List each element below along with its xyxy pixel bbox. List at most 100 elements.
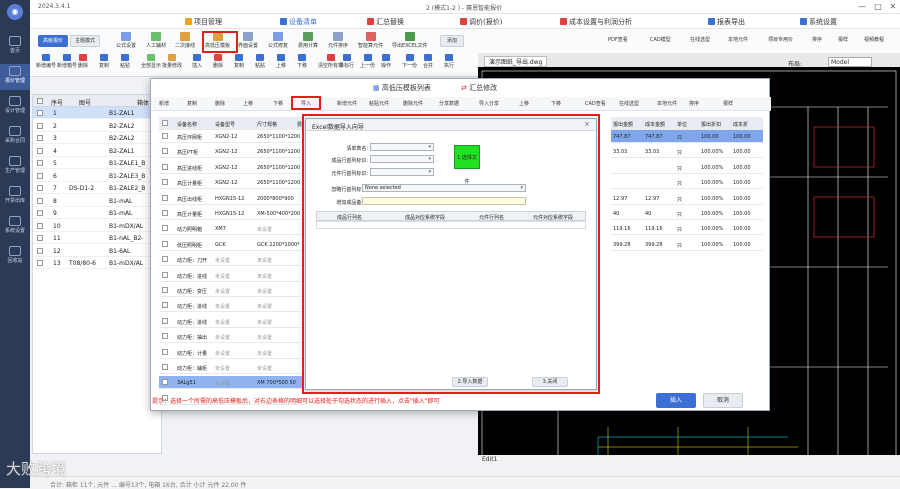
row-checkbox[interactable]: [37, 122, 43, 129]
template-row[interactable]: 高压PT柜 XGN2-12 2650*1100*1200: [159, 145, 304, 159]
row-checkbox[interactable]: [37, 197, 43, 204]
table-row[interactable]: 8 B1-mAL: [33, 195, 163, 207]
new-template-button[interactable]: 新增: [159, 100, 169, 107]
ribbon-tool-17[interactable]: 下一份: [402, 54, 417, 69]
sidebar-item-invoice[interactable]: 开票出库: [0, 184, 30, 210]
component-row[interactable]: 33.03 33.03 只 100.00% 100.00: [611, 145, 763, 159]
export-excel-button[interactable]: 导出EXCEL文件: [392, 32, 428, 49]
row-checkbox[interactable]: [162, 256, 168, 263]
dialog-tool-1[interactable]: 粘贴元件: [369, 100, 389, 107]
pdf-view-button[interactable]: PDF查看: [608, 36, 628, 43]
table-row[interactable]: 9 B1-mAL: [33, 207, 163, 219]
row-checkbox[interactable]: [37, 172, 43, 179]
copy-template-button[interactable]: 复制: [187, 100, 197, 107]
menu-summary-replace[interactable]: 汇总替换: [367, 17, 404, 27]
component-row[interactable]: 119.16 119.16 只 100.00% 100.00: [611, 222, 763, 236]
ribbon-tool-18[interactable]: 合并: [423, 54, 433, 69]
dialog-tool-6[interactable]: 下移: [551, 100, 561, 107]
row-checkbox[interactable]: [37, 222, 43, 229]
component-row[interactable]: 只 100.00% 100.00: [611, 176, 763, 190]
row-checkbox[interactable]: [162, 287, 168, 293]
ribbon-tool-3[interactable]: 复制: [99, 54, 109, 69]
template-row[interactable]: 3ALg51 未设置 XM 700*500 50: [159, 376, 304, 390]
cad-model-button[interactable]: CAD模型: [650, 36, 671, 43]
row-checkbox[interactable]: [37, 147, 43, 154]
sidebar-item-settings[interactable]: 系统设置: [0, 214, 30, 240]
table-row[interactable]: 6 B1-ZALE3_B: [33, 170, 163, 182]
ribbon-tool-1[interactable]: 新增箱号: [57, 54, 77, 69]
template-row[interactable]: 动力柜：进线 未设置 未设置: [159, 315, 304, 328]
local-component-button[interactable]: 本地元件: [728, 36, 748, 43]
secondary-wiring-button[interactable]: 二次接线: [175, 32, 195, 49]
labor-materials-button[interactable]: 人工辅材: [146, 32, 166, 49]
template-row[interactable]: 动力柜：变压 未设置 未设置: [159, 284, 304, 297]
project-price-button[interactable]: 项目专用价: [768, 36, 793, 43]
row-checkbox[interactable]: [162, 225, 168, 232]
ribbon-tool-15[interactable]: 上一份: [360, 54, 375, 69]
ribbon-tool-14[interactable]: 单标行: [339, 54, 354, 69]
insert-button[interactable]: 插入: [656, 393, 696, 408]
sort-button[interactable]: 排序: [812, 36, 822, 43]
ribbon-tool-9[interactable]: 复制: [234, 54, 244, 69]
component-row[interactable]: 12.97 12.97 只 100.00% 100.00: [611, 192, 763, 205]
template-row[interactable]: 低压照明柜 GCK GCK 2200*1000*: [159, 238, 304, 251]
close-button[interactable]: ✕: [887, 2, 899, 12]
row-checkbox[interactable]: [162, 210, 168, 216]
template-row[interactable]: 动力柜：进线 未设置 未设置: [159, 269, 304, 282]
row-checkbox[interactable]: [37, 185, 43, 191]
dialog-tool-3[interactable]: 分享数据: [439, 100, 459, 107]
template-row[interactable]: 高压出线柜 HXGN15-12 2000*800*900: [159, 192, 304, 205]
select-all-checkbox[interactable]: [162, 120, 168, 126]
row-checkbox[interactable]: [162, 148, 168, 155]
table-row[interactable]: 11 B1-nAL_B2-: [33, 232, 163, 244]
table-row[interactable]: 3 B2-ZAL2: [33, 132, 163, 144]
sidebar-item-production[interactable]: 生产管理: [0, 154, 30, 180]
maximize-button[interactable]: □: [872, 2, 884, 12]
ribbon-tool-6[interactable]: 批量修改: [162, 54, 182, 69]
table-row[interactable]: 13 T08/80-6 B1-mDX/AL: [33, 257, 163, 269]
ribbon-tool-16[interactable]: 操作: [381, 54, 391, 69]
row-checkbox[interactable]: [162, 271, 168, 278]
component-row[interactable]: 只 100.00% 100.00: [611, 161, 763, 174]
minimize-button[interactable]: —: [856, 2, 868, 12]
template-row[interactable]: 动力柜：辅柜 未设置 未设置: [159, 361, 304, 374]
menu-report-export[interactable]: 报表导出: [708, 17, 745, 27]
template-row[interactable]: 动力照明箱 XM7 未设置: [159, 222, 304, 236]
row-checkbox[interactable]: [162, 163, 168, 170]
dialog-tool-10[interactable]: 排序: [689, 100, 699, 107]
table-row[interactable]: 1 B1-ZAL1: [33, 107, 163, 119]
template-row[interactable]: 动力柜：刀开 未设置 未设置: [159, 253, 304, 267]
row-checkbox[interactable]: [162, 379, 168, 386]
ribbon-tool-10[interactable]: 粘贴: [255, 54, 265, 69]
row-checkbox[interactable]: [37, 235, 43, 241]
move-down-button[interactable]: 下移: [273, 100, 283, 107]
table-row[interactable]: 4 B2-ZAL1: [33, 145, 163, 157]
layout-select[interactable]: Model: [828, 57, 872, 67]
ribbon-tool-7[interactable]: 插入: [192, 54, 202, 69]
row-checkbox[interactable]: [37, 210, 43, 216]
dialog-tool-4[interactable]: 导入分享: [479, 100, 499, 107]
table-row[interactable]: 2 B2-ZAL2: [33, 120, 163, 132]
sidebar-item-purchase[interactable]: 采购合同: [0, 124, 30, 150]
smart-calc-button[interactable]: 智能算元件: [358, 32, 383, 49]
dialog-tool-0[interactable]: 新增元件: [337, 100, 357, 107]
ribbon-tool-11[interactable]: 上移: [276, 54, 286, 69]
menu-price-adjust[interactable]: 调价(报价): [460, 17, 502, 27]
dialog-tool-9[interactable]: 本地元件: [657, 100, 677, 107]
sidebar-item-design[interactable]: 设计管理: [0, 94, 30, 120]
ribbon-tool-5[interactable]: 全部显示: [141, 54, 161, 69]
formula-settings-button[interactable]: 公式设置: [116, 32, 136, 49]
add-button[interactable]: 添加: [440, 35, 464, 47]
dialog-tool-11[interactable]: 报样: [723, 100, 733, 107]
menu-equipment-list[interactable]: 设备清单: [280, 17, 317, 27]
ribbon-tool-2[interactable]: 删除: [78, 54, 88, 69]
dialog-tool-2[interactable]: 删除元件: [403, 100, 423, 107]
row-checkbox[interactable]: [162, 302, 168, 309]
template-row[interactable]: 高压计量柜 XGN2-12 2650*1100*1200: [159, 176, 304, 190]
ribbon-tool-4[interactable]: 粘贴: [120, 54, 130, 69]
online-select-button[interactable]: 在线选型: [690, 36, 710, 43]
formula-repair-button[interactable]: 公式修复: [268, 32, 288, 49]
component-row[interactable]: 40 40 只 100.00% 100.00: [611, 207, 763, 220]
tab-template-list[interactable]: ▦ 高低压模板列表: [373, 83, 431, 93]
dialog-tool-7[interactable]: CAD查看: [585, 100, 606, 107]
